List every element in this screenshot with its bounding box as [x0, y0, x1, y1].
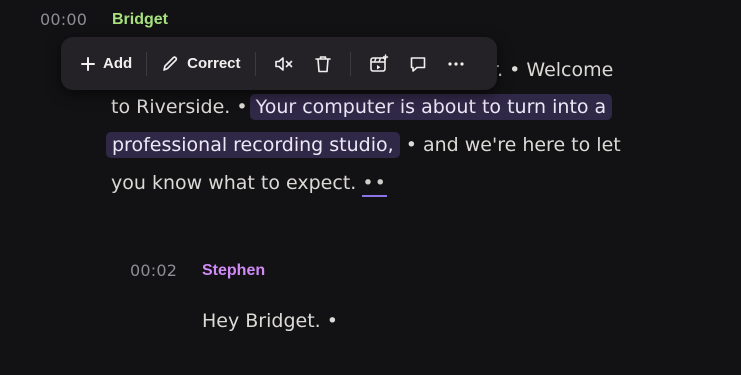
correct-button[interactable]: Correct	[155, 46, 246, 82]
toolbar-divider	[349, 51, 351, 76]
transcript-editor: 00:00 Bridget r. • Welcome to Riverside.…	[0, 0, 741, 375]
speaker-name-bridget[interactable]: Bridget	[112, 11, 168, 29]
transcript-line[interactable]: r. • Welcome	[491, 59, 613, 81]
segment-timestamp[interactable]: 00:00	[40, 10, 87, 29]
more-options-button[interactable]	[437, 46, 475, 82]
comment-icon	[409, 55, 427, 73]
more-icon	[447, 61, 465, 67]
clip-icon	[369, 53, 389, 74]
transcript-line[interactable]: professional recording studio, • and we'…	[106, 132, 621, 158]
pencil-icon	[161, 55, 179, 73]
comment-button[interactable]	[399, 46, 437, 82]
toolbar-divider	[254, 51, 256, 76]
plus-icon	[81, 56, 95, 71]
add-button[interactable]: Add	[75, 46, 138, 82]
selected-text[interactable]: Your computer is about to turn into a	[249, 94, 613, 120]
segment-timestamp[interactable]: 00:02	[130, 261, 177, 280]
add-label: Add	[103, 55, 133, 72]
selected-text[interactable]: professional recording studio,	[106, 132, 400, 158]
trash-icon	[314, 54, 332, 74]
correct-label: Correct	[187, 55, 241, 72]
mute-button[interactable]	[264, 46, 304, 82]
transcript-line[interactable]: to Riverside. • Your computer is about t…	[111, 94, 613, 120]
selection-toolbar: Add Correct	[61, 37, 497, 90]
delete-button[interactable]	[304, 46, 342, 82]
mute-icon	[274, 55, 294, 73]
transcript-text[interactable]: Hey Bridget. •	[202, 310, 338, 332]
transcript-text[interactable]: r. • Welcome	[491, 59, 613, 81]
transcript-text[interactable]: to Riverside. •	[111, 96, 248, 118]
transcript-line[interactable]: Hey Bridget. •	[202, 310, 338, 332]
speaker-name-stephen[interactable]: Stephen	[202, 262, 265, 280]
toolbar-divider	[146, 51, 148, 76]
transcript-line[interactable]: you know what to expect. ••	[111, 172, 387, 197]
pause-marker[interactable]: ••	[362, 172, 387, 197]
create-clip-button[interactable]	[359, 46, 399, 82]
transcript-text[interactable]: you know what to expect.	[111, 172, 356, 194]
transcript-text[interactable]: • and we're here to let	[406, 134, 621, 156]
